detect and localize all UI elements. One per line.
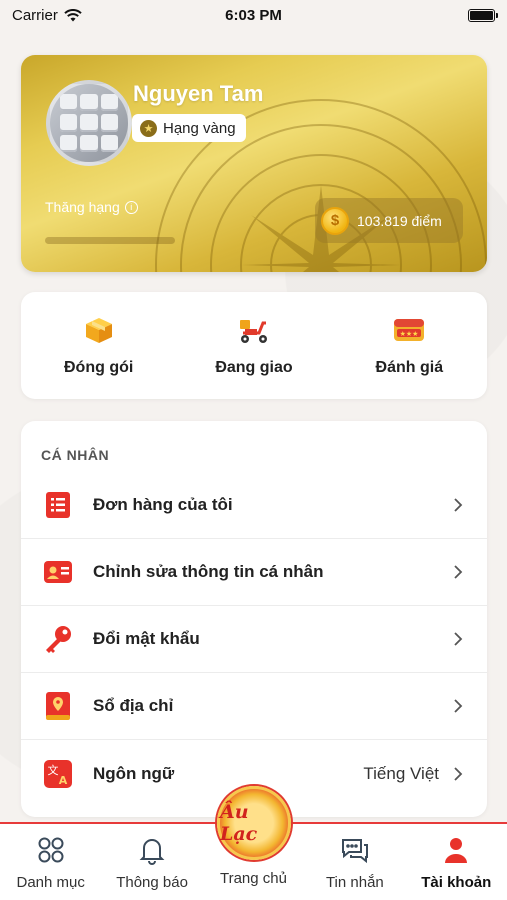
- language-icon: 文 A: [43, 759, 73, 789]
- quick-action-packing-label: Đóng gói: [64, 358, 134, 376]
- tab-messages[interactable]: Tin nhắn: [305, 824, 405, 891]
- svg-text:文: 文: [48, 763, 59, 777]
- user-icon: [440, 834, 472, 866]
- quick-action-rating-label: Đánh giá: [375, 358, 444, 376]
- chevron-right-icon: [454, 766, 463, 781]
- svg-text:A: A: [59, 774, 68, 787]
- tab-label: Trang chủ: [219, 870, 287, 887]
- quick-action-delivering-label: Đang giao: [215, 358, 293, 376]
- rank-label: Hạng vàng: [163, 119, 236, 137]
- chat-icon: [339, 834, 371, 866]
- svg-text:★★★: ★★★: [400, 330, 419, 338]
- tab-label: Tài khoản: [421, 874, 492, 891]
- tab-label: Thông báo: [116, 874, 188, 891]
- menu-item-my-orders[interactable]: Đơn hàng của tôi: [21, 472, 487, 539]
- rank-star-icon: ★: [140, 119, 157, 137]
- bell-icon: [136, 834, 168, 866]
- tab-account[interactable]: Tài khoản: [406, 824, 506, 891]
- order-status-card: Đóng gói Đang giao ★★★ Đánh giá: [21, 292, 487, 399]
- chevron-right-icon: [454, 699, 463, 713]
- carrier-label: Carrier: [12, 6, 58, 24]
- menu-item-label: Đổi mật khẩu: [93, 629, 200, 648]
- info-icon[interactable]: i: [124, 200, 138, 214]
- menu-item-edit-profile[interactable]: Chỉnh sửa thông tin cá nhân: [21, 539, 487, 606]
- status-bar: Carrier 6:03 PM: [0, 0, 507, 30]
- status-left: Carrier: [12, 7, 82, 24]
- coin-icon: $: [321, 206, 349, 235]
- tab-label: Tin nhắn: [325, 874, 384, 891]
- points-pill[interactable]: $ 103.819 điểm: [315, 198, 463, 243]
- rank-up-text: Thăng hạng: [45, 199, 120, 215]
- rank-progress-bar: [45, 237, 175, 244]
- menu-item-label: Ngôn ngữ: [93, 763, 175, 783]
- profile-card[interactable]: Nguyen Tam ★ Hạng vàng Thăng hạng i $ 10…: [21, 55, 487, 272]
- chevron-right-icon: [454, 498, 463, 512]
- language-value: Tiếng Việt: [363, 763, 439, 783]
- chevron-right-icon: [454, 565, 463, 579]
- personal-section: CÁ NHÂN Đơn hàng của tôi Chỉnh sửa thông…: [21, 421, 487, 817]
- key-icon: [43, 624, 73, 654]
- menu-item-address-book[interactable]: Sổ địa chỉ: [21, 673, 487, 740]
- section-title: CÁ NHÂN: [41, 447, 110, 463]
- address-book-icon: [43, 691, 73, 721]
- points-value: 103.819 điểm: [357, 212, 442, 229]
- chevron-right-icon: [454, 632, 463, 646]
- logo-text: Âu Lạc: [220, 801, 258, 845]
- home-logo-icon[interactable]: Âu Lạc: [217, 786, 291, 860]
- avatar[interactable]: [46, 80, 132, 166]
- menu-item-label: Sổ địa chỉ: [93, 696, 174, 715]
- quick-action-delivering[interactable]: Đang giao: [189, 315, 319, 377]
- category-grid-icon: [35, 834, 67, 866]
- battery-icon: [468, 8, 498, 22]
- tab-notifications[interactable]: Thông báo: [102, 824, 202, 891]
- package-icon: [82, 315, 116, 345]
- menu-item-label: Chỉnh sửa thông tin cá nhân: [93, 562, 324, 581]
- id-card-icon: [43, 557, 73, 587]
- tab-label: Danh mục: [16, 874, 85, 891]
- user-name: Nguyen Tam: [133, 81, 264, 106]
- rank-badge[interactable]: ★ Hạng vàng: [132, 114, 246, 142]
- order-list-icon: [43, 490, 73, 520]
- rating-stars-icon: ★★★: [392, 315, 426, 345]
- delivery-scooter-icon: [237, 315, 271, 345]
- menu-item-label: Đơn hàng của tôi: [93, 495, 233, 514]
- tab-categories[interactable]: Danh mục: [1, 824, 101, 891]
- quick-action-rating[interactable]: ★★★ Đánh giá: [344, 315, 474, 377]
- menu-item-change-password[interactable]: Đổi mật khẩu: [21, 606, 487, 673]
- quick-action-packing[interactable]: Đóng gói: [34, 315, 164, 377]
- rank-up-label[interactable]: Thăng hạng i: [45, 199, 138, 215]
- wifi-icon: [64, 8, 82, 21]
